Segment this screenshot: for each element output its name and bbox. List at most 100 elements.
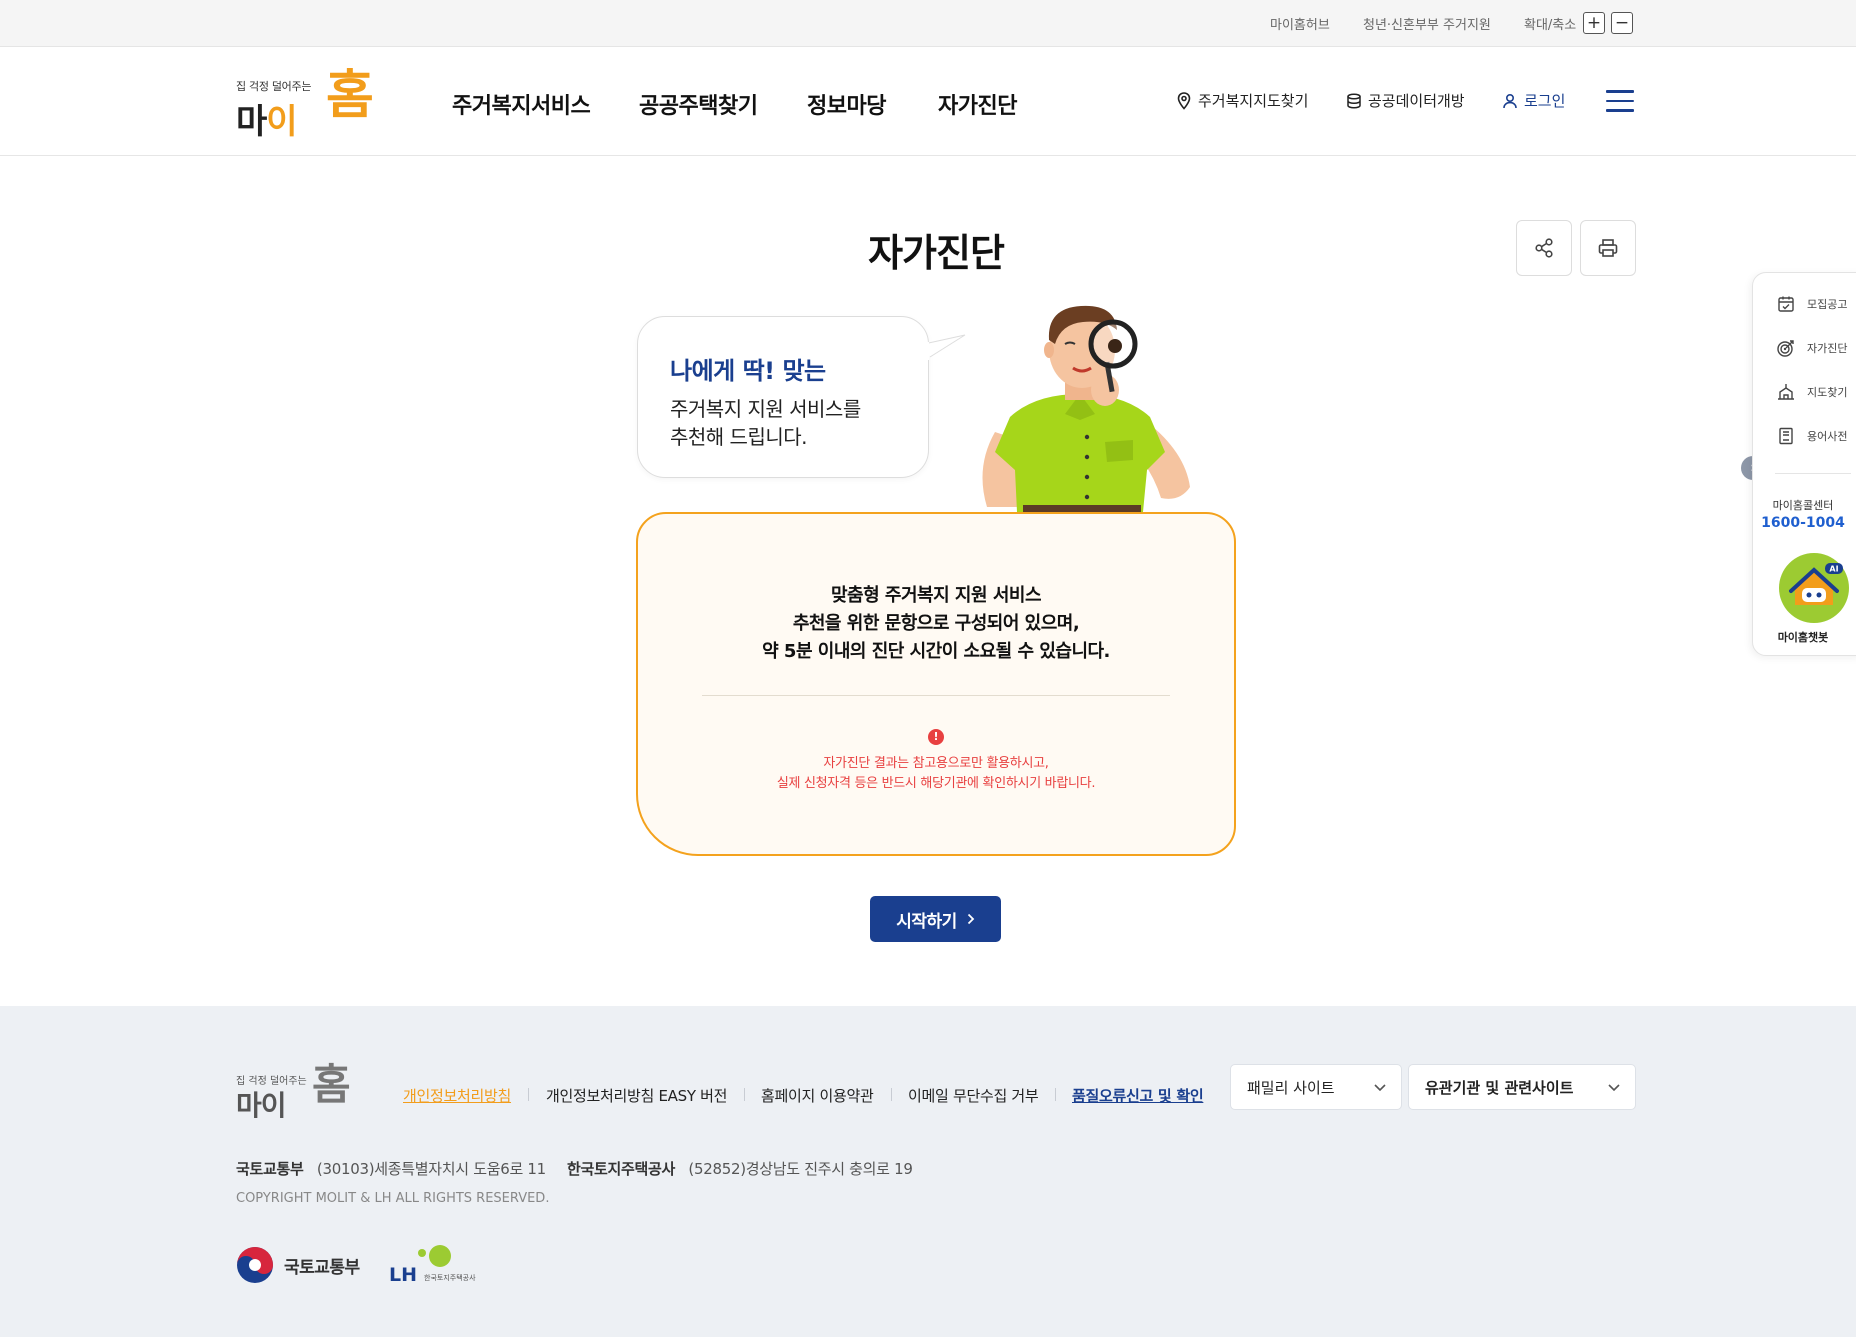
related-site-select[interactable]: 유관기관 및 관련사이트 <box>1408 1064 1636 1110</box>
utility-bar: 마이홈허브 청년·신혼부부 주거지원 확대/축소 + − <box>0 0 1856 47</box>
addr-molit: (30103)세종특별자치시 도움6로 11 <box>316 1160 546 1178</box>
logo-char-ma: 마 <box>236 102 267 142</box>
zoom-in-button[interactable]: + <box>1583 12 1605 34</box>
copyright-text: COPYRIGHT MOLIT & LH ALL RIGHTS RESERVED… <box>236 1191 550 1206</box>
logo-tagline: 집 걱정 덜어주는 <box>236 80 312 93</box>
chatbot-label: 마이홈챗봇 <box>1777 631 1829 644</box>
nav-welfare-service[interactable]: 주거복지서비스 <box>452 88 591 120</box>
quick-item-diagnosis-label: 자가진단 <box>1807 342 1848 355</box>
card-line-3: 약 5분 이내의 진단 시간이 소요될 수 있습니다. <box>762 641 1110 662</box>
quick-item-glossary-label: 용어사전 <box>1807 430 1848 443</box>
diagnosis-info-card: 맞춤형 주거복지 지원 서비스 추천을 위한 문항으로 구성되어 있으며, 약 … <box>636 512 1236 856</box>
footer-separator <box>528 1088 529 1101</box>
footer-logo-char-hom: 홈 <box>312 1060 351 1109</box>
site-logo[interactable]: 집 걱정 덜어주는 마이 홈 <box>236 66 376 142</box>
call-center-label: 마이홈콜센터 <box>1772 499 1834 512</box>
molit-logo[interactable]: 국토교통부 <box>236 1246 360 1284</box>
character-magnifier-illustration <box>982 305 1190 512</box>
printer-icon <box>1598 239 1618 257</box>
quick-item-notice-label: 모집공고 <box>1807 298 1848 311</box>
footer-separator <box>1055 1088 1056 1101</box>
footer-link-terms[interactable]: 홈페이지 이용약관 <box>761 1085 874 1106</box>
bubble-tail <box>924 334 966 360</box>
footer-logo-wordmark: 마이 <box>236 1089 287 1122</box>
map-building-icon <box>1778 384 1794 400</box>
site-header: 집 걱정 덜어주는 마이 홈 주거복지서비스 공공주택찾기 정보마당 자가진단 … <box>0 48 1856 156</box>
chevron-down-icon <box>1608 1084 1620 1092</box>
logo-wordmark: 마이 <box>236 94 298 143</box>
nav-self-diagnosis[interactable]: 자가진단 <box>938 88 1017 120</box>
database-icon <box>1347 92 1361 109</box>
lh-logo[interactable]: LH 한국토지주택공사 <box>388 1244 488 1284</box>
map-search-link[interactable]: 주거복지지도찾기 <box>1176 90 1308 111</box>
book-icon <box>1779 427 1793 445</box>
user-icon <box>1503 93 1517 108</box>
calendar-check-icon <box>1778 296 1794 312</box>
taegeuk-emblem-icon <box>237 1247 273 1283</box>
quick-item-map[interactable]: 지도찾기 <box>1777 383 1847 401</box>
footer-separator <box>744 1088 745 1101</box>
footer-link-quality-report[interactable]: 품질오류신고 및 확인 <box>1072 1085 1204 1106</box>
target-icon <box>1777 340 1794 357</box>
zoom-out-button[interactable]: − <box>1611 12 1633 34</box>
footer-address-lh: 한국토지주택공사 (52852)경상남도 진주시 충의로 19 <box>567 1158 913 1179</box>
open-data-link[interactable]: 공공데이터개방 <box>1346 90 1465 111</box>
footer-link-email-refusal[interactable]: 이메일 무단수집 거부 <box>908 1085 1039 1106</box>
start-button-label: 시작하기 <box>896 911 957 932</box>
login-link[interactable]: 로그인 <box>1502 90 1565 111</box>
chevron-down-icon <box>1374 1084 1386 1092</box>
speech-bubble: 나에게 딱! 맞는 주거복지 지원 서비스를 추천해 드립니다. <box>637 316 929 478</box>
nav-public-housing[interactable]: 공공주택찾기 <box>639 88 758 120</box>
chatbot-button[interactable]: AI <box>1779 553 1849 623</box>
bubble-line-1: 주거복지 지원 서비스를 <box>670 397 861 421</box>
open-data-label: 공공데이터개방 <box>1368 92 1465 110</box>
print-button[interactable] <box>1580 220 1636 276</box>
family-site-select[interactable]: 패밀리 사이트 <box>1230 1064 1402 1110</box>
lh-logo-subtext: 한국토지주택공사 <box>424 1273 476 1282</box>
util-link-youth-support[interactable]: 청년·신혼부부 주거지원 <box>1363 14 1491 33</box>
warning-icon: ! <box>928 729 944 745</box>
share-button[interactable] <box>1516 220 1572 276</box>
quick-menu-panel: 모집공고 자가진단 지도찾기 용어사전 마이홈콜센터 1600-1004 AI … <box>1752 272 1856 656</box>
page-title: 자가진단 <box>868 231 1005 275</box>
bubble-line-2: 추천해 드립니다. <box>670 425 808 449</box>
quick-item-map-label: 지도찾기 <box>1807 386 1848 399</box>
lh-logo-letters: LH <box>389 1264 417 1284</box>
quick-item-glossary[interactable]: 용어사전 <box>1777 427 1847 445</box>
chevron-right-icon <box>967 913 975 925</box>
org-molit: 국토교통부 <box>236 1160 304 1178</box>
quick-divider <box>1775 473 1851 474</box>
footer-address-molit: 국토교통부 (30103)세종특별자치시 도움6로 11 <box>236 1158 546 1179</box>
warning-line-1: 자가진단 결과는 참고용으로만 활용하시고, <box>823 756 1049 771</box>
related-site-label: 유관기관 및 관련사이트 <box>1425 1078 1574 1097</box>
footer-logo[interactable]: 집 걱정 덜어주는 마이 홈 <box>236 1060 356 1123</box>
location-pin-icon <box>1177 91 1191 110</box>
org-lh: 한국토지주택공사 <box>567 1160 676 1178</box>
call-center-number[interactable]: 1600-1004 <box>1753 515 1853 531</box>
card-line-1: 맞춤형 주거복지 지원 서비스 <box>830 585 1042 606</box>
quick-item-diagnosis[interactable]: 자가진단 <box>1777 339 1847 357</box>
map-search-label: 주거복지지도찾기 <box>1198 92 1309 110</box>
bubble-title: 나에게 딱! 맞는 <box>670 357 826 385</box>
footer-separator <box>891 1088 892 1101</box>
molit-logo-text: 국토교통부 <box>284 1257 360 1278</box>
chatbot-ai-badge: AI <box>1829 565 1838 574</box>
logo-char-i: 이 <box>266 102 297 142</box>
logo-char-hom: 홈 <box>326 66 374 126</box>
quick-item-notice[interactable]: 모집공고 <box>1777 295 1847 313</box>
card-divider <box>702 695 1170 696</box>
warning-line-2: 실제 신청자격 등은 반드시 해당기관에 확인하시기 바랍니다. <box>776 776 1096 791</box>
nav-info[interactable]: 정보마당 <box>807 88 886 120</box>
chatbot-house-icon: AI <box>1789 563 1843 605</box>
zoom-label: 확대/축소 <box>1524 18 1577 33</box>
hamburger-menu-icon[interactable] <box>1606 90 1634 112</box>
addr-lh: (52852)경상남도 진주시 충의로 19 <box>688 1160 913 1178</box>
start-button[interactable]: 시작하기 <box>870 896 1001 942</box>
util-link-myhome-hub[interactable]: 마이홈허브 <box>1270 14 1330 33</box>
family-site-label: 패밀리 사이트 <box>1247 1078 1335 1097</box>
share-icon <box>1535 238 1553 258</box>
footer-link-privacy-easy[interactable]: 개인정보처리방침 EASY 버전 <box>546 1085 727 1106</box>
footer-link-privacy[interactable]: 개인정보처리방침 <box>403 1085 511 1106</box>
login-label: 로그인 <box>1524 92 1566 110</box>
card-line-2: 추천을 위한 문항으로 구성되어 있으며, <box>792 613 1080 634</box>
